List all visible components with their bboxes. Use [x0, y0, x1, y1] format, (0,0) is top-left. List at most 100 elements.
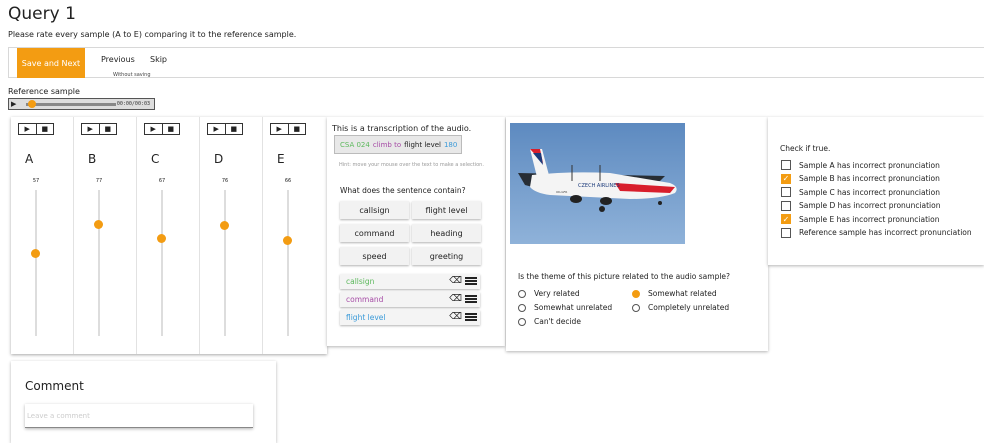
delete-icon[interactable]: ⌫ [449, 294, 462, 304]
checkmark-icon[interactable]: ✓ [781, 173, 791, 184]
pronunciation-check-panel: Check if true. Sample A has incorrect pr… [768, 117, 984, 265]
skip-button[interactable]: Skip [150, 55, 167, 64]
check-item[interactable]: ✓ Sample B has incorrect pronunciation [781, 173, 940, 184]
checkmark-icon[interactable]: ✓ [781, 214, 791, 224]
rating-slider-handle[interactable] [94, 219, 103, 229]
transcription-word[interactable]: CSA 024 [340, 141, 370, 149]
check-item[interactable]: Sample C has incorrect pronunciation [781, 187, 940, 197]
previous-button[interactable]: Previous [101, 55, 135, 64]
comment-title: Comment [25, 379, 84, 393]
registration-text: OK-GFR [556, 190, 567, 194]
sample-player: ▶ ■ [270, 123, 306, 135]
play-icon[interactable]: ▶ [208, 124, 226, 134]
tag-button-flight-level[interactable]: flight level [412, 201, 481, 219]
audio-progress-track[interactable] [26, 103, 116, 106]
selection-item: flight level ⌫ [340, 310, 480, 325]
sample-player: ▶ ■ [18, 123, 54, 135]
option-label: Somewhat unrelated [534, 303, 613, 312]
tag-button-greeting[interactable]: greeting [412, 247, 481, 265]
stop-icon[interactable]: ■ [226, 124, 243, 134]
theme-option[interactable]: Completely unrelated [632, 303, 729, 312]
sample-rating-value: 67 [158, 178, 166, 184]
play-icon[interactable]: ▶ [271, 124, 289, 134]
theme-option[interactable]: Somewhat related [632, 289, 717, 298]
menu-icon[interactable] [465, 277, 477, 285]
selection-item: command ⌫ [340, 292, 480, 307]
tag-button-callsign[interactable]: callsign [340, 201, 409, 219]
play-icon[interactable]: ▶ [11, 100, 16, 109]
sample-letter: C [151, 152, 160, 166]
checkbox[interactable] [781, 200, 791, 211]
tag-button-command[interactable]: command [340, 224, 409, 242]
radio-button[interactable] [632, 289, 640, 298]
check-label: Reference sample has incorrect pronuncia… [799, 228, 972, 237]
selection-label: command [346, 295, 384, 304]
check-label: Sample D has incorrect pronunciation [799, 201, 941, 210]
menu-icon[interactable] [465, 295, 477, 303]
check-item[interactable]: ✓ Sample E has incorrect pronunciation [781, 214, 939, 224]
radio-button[interactable] [518, 303, 526, 312]
checkbox[interactable] [781, 187, 791, 197]
sample-letter: A [25, 152, 34, 166]
sample-column-a: ▶ ■ A 57 [11, 117, 74, 354]
rating-slider-track[interactable] [287, 190, 289, 336]
comment-input[interactable] [25, 404, 253, 428]
tag-button-speed[interactable]: speed [340, 247, 409, 265]
delete-icon[interactable]: ⌫ [449, 276, 462, 286]
selection-label: flight level [346, 313, 386, 322]
sample-column-c: ▶ ■ C 67 [137, 117, 200, 354]
option-label: Very related [534, 289, 580, 298]
rating-slider-track[interactable] [98, 190, 100, 336]
transcription-word[interactable]: 180 [444, 141, 457, 149]
sample-letter: E [277, 152, 285, 166]
check-item[interactable]: Sample A has incorrect pronunciation [781, 160, 940, 170]
check-item[interactable]: Sample D has incorrect pronunciation [781, 200, 941, 211]
theme-option[interactable]: Somewhat unrelated [518, 303, 612, 312]
transcription-text-box[interactable]: CSA 024 climb to flight level 180 [334, 135, 462, 154]
sample-player: ▶ ■ [144, 123, 180, 135]
play-icon[interactable]: ▶ [19, 124, 37, 134]
checkbox[interactable] [781, 227, 791, 238]
sample-player: ▶ ■ [207, 123, 243, 135]
rating-sliders-panel: ▶ ■ A 57 ▶ ■ B 77 ▶ ■ C 67 ▶ ■ D 76 ▶ ■ E 66 [11, 117, 327, 354]
theme-option[interactable]: Can't decide [518, 317, 581, 326]
radio-button[interactable] [518, 317, 526, 326]
sample-rating-value: 66 [284, 178, 292, 184]
delete-icon[interactable]: ⌫ [449, 312, 462, 322]
play-icon[interactable]: ▶ [145, 124, 163, 134]
menu-icon[interactable] [465, 313, 477, 321]
sample-player: ▶ ■ [81, 123, 117, 135]
stop-icon[interactable]: ■ [163, 124, 180, 134]
audio-progress-handle[interactable] [28, 100, 36, 108]
picture-panel: CZECH AIRLINES OK-GFR Is the theme of th… [506, 117, 768, 351]
option-label: Somewhat related [648, 289, 717, 298]
transcription-word[interactable]: flight level [404, 141, 441, 149]
check-title: Check if true. [780, 144, 831, 153]
check-label: Sample B has incorrect pronunciation [799, 174, 940, 183]
check-label: Sample E has incorrect pronunciation [799, 214, 940, 224]
stop-icon[interactable]: ■ [37, 124, 54, 134]
save-and-next-button[interactable]: Save and Next [17, 48, 85, 78]
transcription-word[interactable]: climb to [373, 141, 401, 149]
radio-button[interactable] [632, 303, 640, 312]
page-title: Query 1 [8, 4, 76, 24]
sample-rating-value: 57 [32, 178, 40, 184]
rating-slider-track[interactable] [161, 190, 163, 336]
tag-button-heading[interactable]: heading [412, 224, 481, 242]
checkbox[interactable] [781, 160, 791, 170]
radio-button[interactable] [518, 289, 526, 298]
comment-panel: Comment [11, 361, 276, 443]
rating-slider-handle[interactable] [220, 221, 229, 231]
play-icon[interactable]: ▶ [82, 124, 100, 134]
sample-column-d: ▶ ■ D 76 [200, 117, 263, 354]
rating-slider-handle[interactable] [283, 235, 292, 245]
rating-slider-track[interactable] [35, 190, 37, 336]
rating-slider-handle[interactable] [157, 234, 166, 244]
stop-icon[interactable]: ■ [100, 124, 117, 134]
check-label: Sample A has incorrect pronunciation [799, 160, 940, 170]
theme-option[interactable]: Very related [518, 289, 580, 298]
rating-slider-handle[interactable] [31, 248, 40, 258]
rating-slider-track[interactable] [224, 190, 226, 336]
stop-icon[interactable]: ■ [289, 124, 306, 134]
check-item[interactable]: Reference sample has incorrect pronuncia… [781, 227, 972, 238]
